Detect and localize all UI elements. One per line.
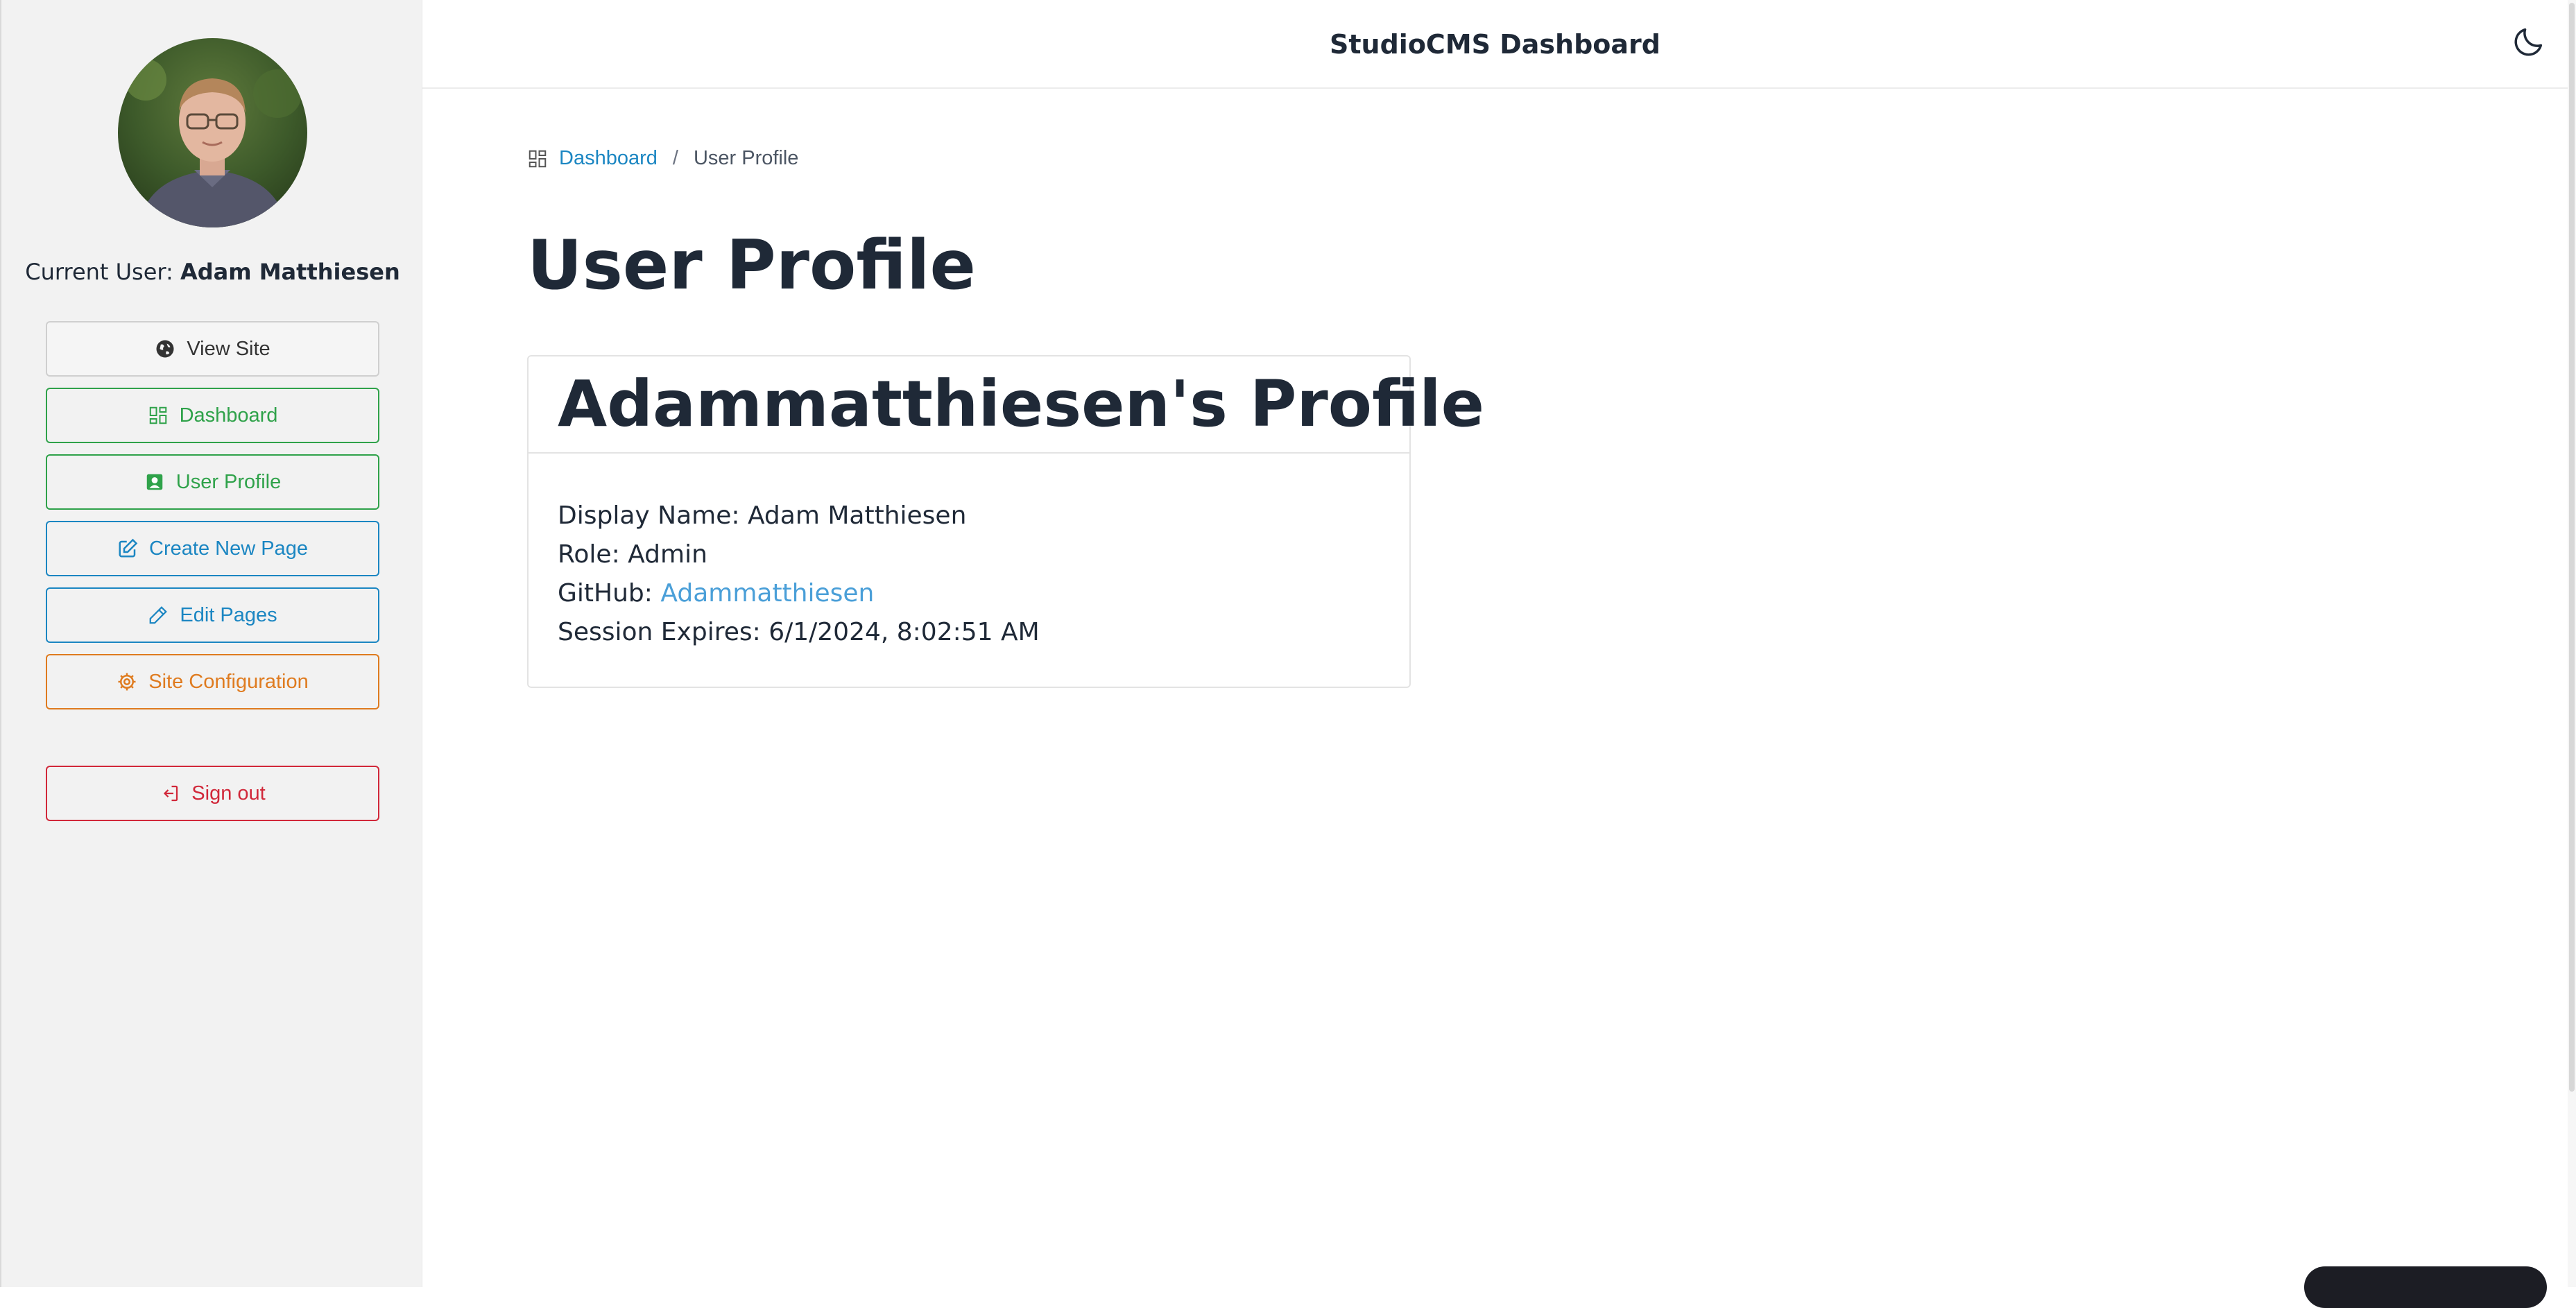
create-new-page-button[interactable]: Create New Page (46, 521, 379, 576)
dashboard-button[interactable]: Dashboard (46, 388, 379, 443)
github-link[interactable]: Adammatthiesen (660, 579, 874, 608)
header-title: StudioCMS Dashboard (1330, 29, 1660, 60)
display-name-label: Display Name: (558, 501, 740, 530)
role-row: Role: Admin (558, 535, 1380, 574)
github-row: GitHub: Adammatthiesen (558, 574, 1380, 613)
current-user-text: Current User: Adam Matthiesen (1, 259, 424, 285)
create-new-page-label: Create New Page (149, 537, 308, 560)
edit-pages-button[interactable]: Edit Pages (46, 587, 379, 643)
moon-icon (2514, 28, 2543, 56)
floating-toolbar[interactable] (2304, 1266, 2547, 1308)
role-value: Admin (628, 540, 707, 569)
site-configuration-button[interactable]: Site Configuration (46, 654, 379, 709)
github-label: GitHub: (558, 579, 653, 608)
display-name-value: Adam Matthiesen (747, 501, 967, 530)
sign-out-button[interactable]: Sign out (46, 766, 379, 821)
session-expires-label: Session Expires: (558, 618, 761, 646)
view-site-label: View Site (187, 337, 271, 360)
view-site-button[interactable]: View Site (46, 321, 379, 377)
display-name-row: Display Name: Adam Matthiesen (558, 497, 1380, 535)
sign-out-label: Sign out (191, 782, 266, 804)
profile-card-title: Adammatthiesen's Profile (558, 367, 1485, 441)
session-expires-row: Session Expires: 6/1/2024, 8:02:51 AM (558, 613, 1380, 652)
profile-card-body: Display Name: Adam Matthiesen Role: Admi… (529, 454, 1409, 652)
current-user-name: Adam Matthiesen (180, 259, 400, 285)
breadcrumb-dashboard-link[interactable]: Dashboard (559, 147, 658, 170)
sidebar: Current User: Adam Matthiesen View Site … (0, 0, 422, 1287)
user-profile-button[interactable]: User Profile (46, 454, 379, 510)
page-title: User Profile (527, 226, 977, 305)
vertical-scrollbar-thumb[interactable] (2569, 3, 2575, 1092)
globe-icon (155, 338, 175, 359)
edit-square-icon (117, 538, 138, 559)
breadcrumb-separator: / (672, 147, 678, 169)
sign-out-icon (160, 783, 180, 804)
role-label: Role: (558, 540, 620, 569)
dashboard-icon (527, 148, 548, 169)
profile-card: Adammatthiesen's Profile Display Name: A… (527, 355, 1484, 688)
session-expires-value: 6/1/2024, 8:02:51 AM (768, 618, 1040, 646)
site-configuration-label: Site Configuration (148, 670, 309, 693)
profile-card-header: Adammatthiesen's Profile (529, 356, 1484, 454)
theme-toggle-button[interactable] (2509, 22, 2548, 61)
top-header: StudioCMS Dashboard (422, 0, 2568, 89)
avatar-photo (118, 38, 307, 227)
breadcrumb: Dashboard / User Profile (527, 147, 798, 170)
breadcrumb-current: User Profile (693, 147, 799, 169)
dashboard-icon (148, 405, 169, 426)
current-user-prefix: Current User: (25, 259, 173, 285)
user-profile-icon (144, 472, 165, 492)
gear-icon (117, 671, 137, 692)
pencil-icon (148, 605, 169, 626)
dashboard-label: Dashboard (179, 404, 278, 427)
user-profile-label: User Profile (175, 470, 282, 493)
avatar (118, 38, 307, 227)
edit-pages-label: Edit Pages (180, 603, 277, 626)
